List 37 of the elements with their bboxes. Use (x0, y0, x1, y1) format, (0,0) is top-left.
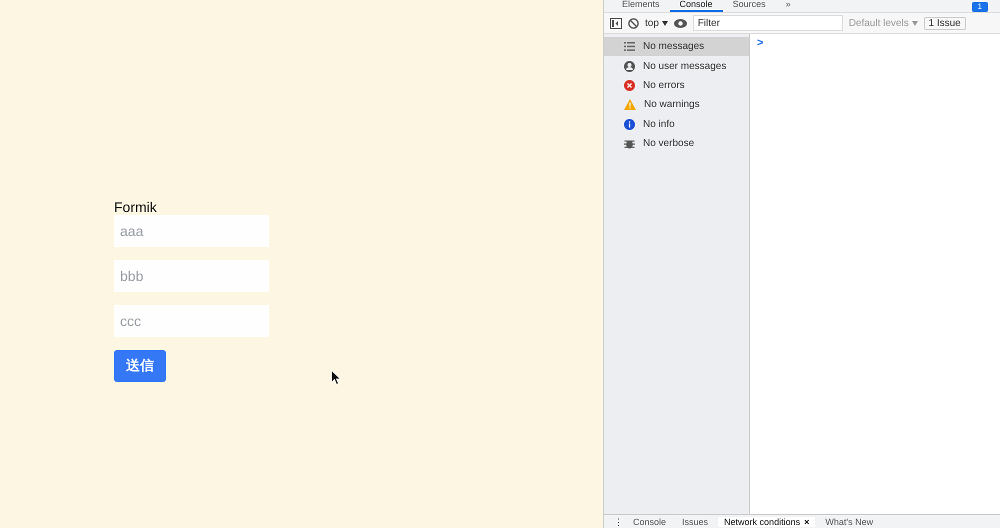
drawer-tab[interactable]: What's New (819, 516, 880, 526)
clear-icon[interactable] (628, 18, 639, 28)
sidebar-item[interactable]: No warnings (604, 95, 749, 115)
drawer-menu[interactable]: ⋮ (614, 516, 623, 526)
caret-icon (912, 20, 918, 26)
error-icon (624, 80, 635, 91)
drawer-tab[interactable]: Console (627, 516, 672, 526)
drawer-tab[interactable]: Issues (676, 516, 714, 526)
submit-button[interactable]: 送信 (114, 350, 166, 382)
sidebar-item[interactable]: No user messages (604, 56, 749, 76)
info-icon (624, 118, 635, 130)
bug-icon (624, 138, 635, 150)
sidebar-toggle-icon[interactable] (610, 18, 622, 28)
caret-icon (662, 20, 668, 26)
close-tab-button[interactable]: × (804, 516, 810, 526)
devtools-tab[interactable]: Elements (612, 0, 670, 12)
warning-icon (624, 99, 636, 110)
text-field[interactable]: bbb (114, 260, 269, 292)
context-dropdown[interactable]: top (645, 18, 668, 28)
sidebar-item[interactable]: No verbose (604, 134, 749, 154)
console-prompt: > (757, 37, 764, 49)
issues-badge[interactable]: 1 (972, 2, 988, 12)
eye-icon[interactable] (674, 18, 687, 28)
text-field[interactable]: ccc (114, 305, 269, 337)
list-icon (624, 42, 635, 52)
devtools-tab[interactable]: Sources (722, 0, 776, 12)
devtools-tab[interactable]: » (776, 0, 801, 12)
mouse-cursor-icon (331, 370, 341, 385)
text-field[interactable]: aaa (114, 215, 269, 247)
user-icon (624, 60, 635, 72)
filter-field[interactable]: Filter (692, 15, 843, 31)
sidebar-item[interactable]: No messages (604, 37, 749, 56)
sidebar-item[interactable]: No errors (604, 76, 749, 96)
sidebar-item[interactable]: No info (604, 114, 749, 134)
form-title: Formik (114, 199, 158, 215)
drawer-tab[interactable]: Network conditions × (718, 516, 816, 526)
issues-button[interactable]: 1 Issue (924, 16, 966, 30)
